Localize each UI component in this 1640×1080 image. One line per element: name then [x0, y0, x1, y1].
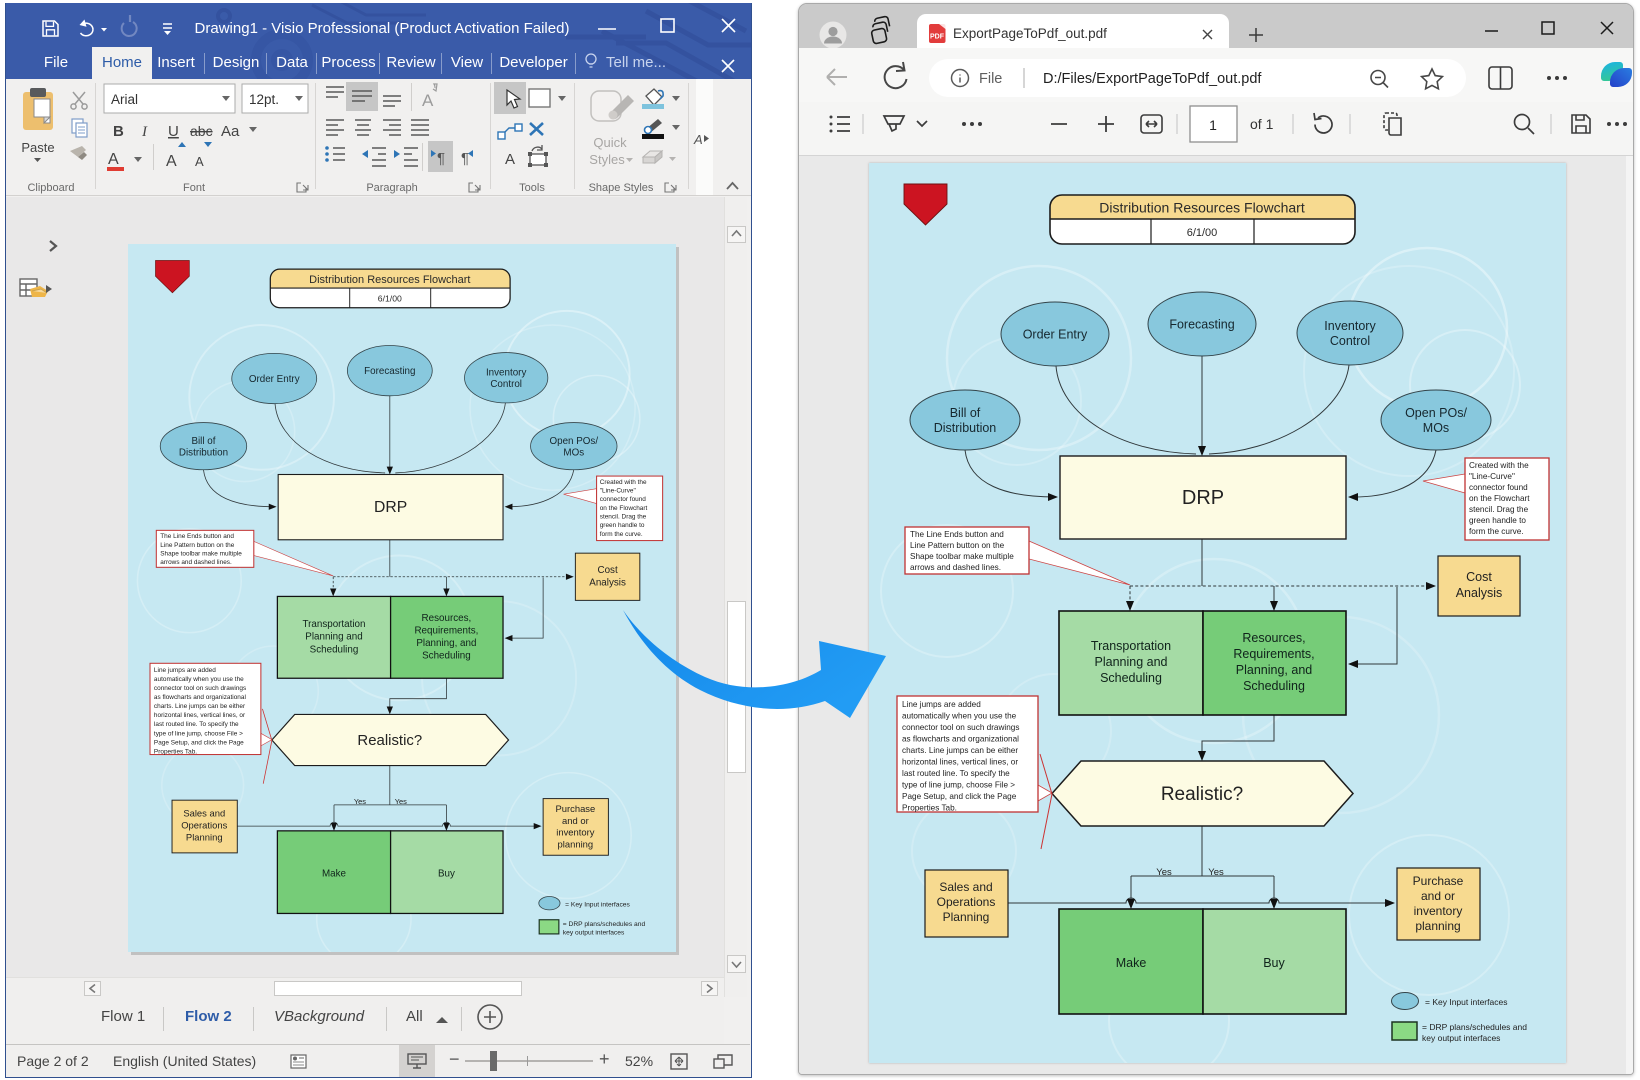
svg-text:1: 1: [1209, 117, 1217, 133]
svg-text:Tools: Tools: [519, 182, 545, 194]
svg-text:PDF: PDF: [930, 34, 945, 41]
svg-text:Paragraph: Paragraph: [366, 182, 417, 194]
svg-text:A: A: [693, 132, 703, 147]
svg-text:Drawing1 - Visio Professional: Drawing1 - Visio Professional (Product A…: [195, 20, 570, 37]
svg-text:Tell me...: Tell me...: [606, 54, 666, 71]
svg-text:A: A: [195, 154, 204, 169]
svg-text:Quick: Quick: [593, 135, 627, 150]
svg-text:D:/Files/ExportPageToPdf_out.p: D:/Files/ExportPageToPdf_out.pdf: [1043, 71, 1262, 87]
svg-text:B: B: [113, 123, 124, 140]
svg-text:Aa: Aa: [221, 123, 240, 140]
svg-text:¶: ¶: [461, 150, 469, 167]
svg-text:Clipboard: Clipboard: [27, 182, 74, 194]
svg-text:of 1: of 1: [1250, 116, 1274, 132]
svg-text:Paste: Paste: [21, 140, 54, 155]
svg-text:I: I: [141, 124, 148, 140]
svg-text:A: A: [505, 151, 515, 168]
svg-text:File: File: [979, 71, 1002, 87]
svg-text:Styles: Styles: [589, 152, 625, 167]
svg-text:Arial: Arial: [111, 92, 138, 107]
svg-text:U: U: [168, 123, 179, 140]
svg-text:12pt.: 12pt.: [249, 92, 279, 107]
svg-text:Font: Font: [183, 182, 205, 194]
svg-text:¶: ¶: [437, 150, 445, 167]
svg-text:abc: abc: [190, 123, 213, 139]
svg-text:A: A: [166, 153, 177, 170]
svg-text:Shape Styles: Shape Styles: [589, 182, 654, 194]
svg-text:A: A: [422, 91, 434, 110]
svg-text:ExportPageToPdf_out.pdf: ExportPageToPdf_out.pdf: [953, 26, 1107, 41]
svg-text:A: A: [108, 151, 119, 168]
